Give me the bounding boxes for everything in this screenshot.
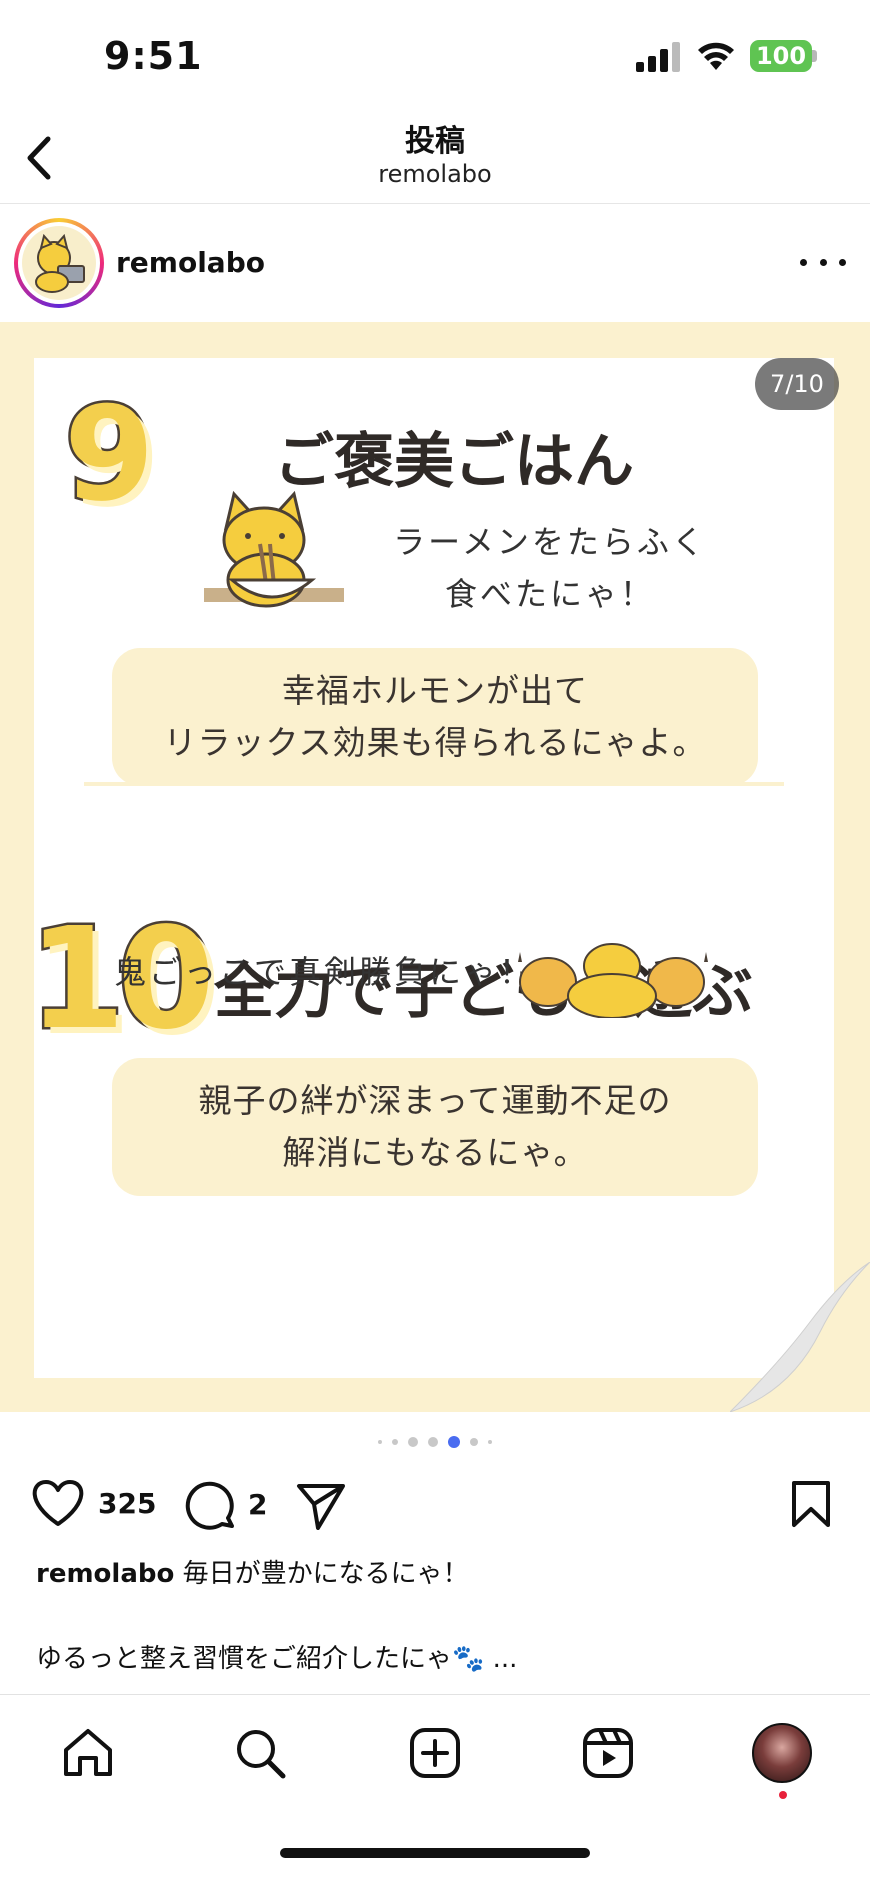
home-icon xyxy=(64,1729,112,1776)
tab-create[interactable] xyxy=(405,1723,465,1783)
cat-avatar-image xyxy=(22,226,96,300)
bottom-tab-bar xyxy=(0,1694,870,1824)
search-icon xyxy=(237,1730,286,1779)
heart-icon[interactable] xyxy=(30,1478,86,1528)
item-number-9: 9 xyxy=(61,376,156,533)
playing-cats-illustration xyxy=(518,943,708,1018)
cellular-signal-icon xyxy=(636,42,680,72)
plus-square-icon xyxy=(410,1728,460,1778)
nav-header: 投稿 remolabo xyxy=(0,110,870,204)
item9-note: 幸福ホルモンが出て リラックス効果も得られるにゃよ。 xyxy=(112,648,758,786)
carousel-dot-active xyxy=(448,1436,460,1448)
more-options-button[interactable] xyxy=(800,244,846,280)
carousel-dot xyxy=(378,1440,382,1444)
section-divider xyxy=(84,782,784,786)
page-curl-decoration xyxy=(730,1262,870,1412)
item10-speech: 鬼ごっこで真剣勝負にゃ！ xyxy=(114,953,535,991)
reels-icon xyxy=(583,1728,633,1778)
like-count[interactable]: 325 xyxy=(98,1487,156,1520)
carousel-dot xyxy=(488,1440,492,1444)
page-subtitle: remolabo xyxy=(378,160,492,188)
carousel-dot xyxy=(392,1439,398,1445)
author-avatar[interactable] xyxy=(14,218,104,308)
wifi-icon xyxy=(698,42,734,70)
carousel-dots xyxy=(0,1432,870,1452)
paper-plane-icon[interactable] xyxy=(296,1482,346,1530)
caption-username[interactable]: remolabo xyxy=(36,1559,174,1589)
slide-card: 9 ご褒美ごはん ラーメンをたらふく 食べたにゃ！ 幸福ホルモンが出て リラック… xyxy=(26,358,834,1378)
tab-search[interactable] xyxy=(230,1723,290,1783)
author-username[interactable]: remolabo xyxy=(116,246,265,279)
caption-more[interactable]: ゆるっと整え習慣をご紹介したにゃ🐾 ... xyxy=(36,1638,517,1675)
comment-icon[interactable] xyxy=(184,1478,236,1530)
carousel-dot xyxy=(428,1437,438,1447)
action-bar: 325 2 xyxy=(0,1470,870,1540)
post-caption: remolabo 毎日が豊かになるにゃ！ xyxy=(36,1556,836,1592)
bookmark-icon[interactable] xyxy=(790,1480,832,1528)
comment-action: 2 xyxy=(184,1478,267,1530)
tab-reels[interactable] xyxy=(578,1723,638,1783)
item9-title: ご褒美ごはん xyxy=(274,427,634,497)
tab-home[interactable] xyxy=(58,1723,118,1783)
tab-profile-avatar[interactable] xyxy=(752,1723,812,1783)
status-bar: 9:51 100 xyxy=(0,0,870,110)
carousel-dot xyxy=(408,1437,418,1447)
image-counter-badge: 7/10 xyxy=(755,358,839,410)
caption-text: 毎日が豊かになるにゃ！ xyxy=(182,1559,469,1589)
item10-note: 親子の絆が深まって運動不足の 解消にもなるにゃ。 xyxy=(112,1058,758,1196)
cat-eating-ramen-illustration xyxy=(204,490,344,608)
post-header: remolabo xyxy=(0,204,870,322)
battery-indicator: 100 xyxy=(750,40,812,72)
post-image[interactable]: 9 ご褒美ごはん ラーメンをたらふく 食べたにゃ！ 幸福ホルモンが出て リラック… xyxy=(0,322,870,1412)
battery-nub xyxy=(812,50,817,62)
home-indicator xyxy=(280,1848,590,1858)
notification-dot xyxy=(779,1791,787,1799)
more-horizontal-icon xyxy=(800,258,807,266)
comment-count[interactable]: 2 xyxy=(248,1488,267,1521)
item9-speech: ラーメンをたらふく 食べたにゃ！ xyxy=(393,523,707,613)
like-action: 325 xyxy=(30,1478,156,1528)
page-title: 投稿 xyxy=(405,124,465,159)
status-time: 9:51 xyxy=(104,34,203,78)
carousel-dot xyxy=(470,1438,478,1446)
